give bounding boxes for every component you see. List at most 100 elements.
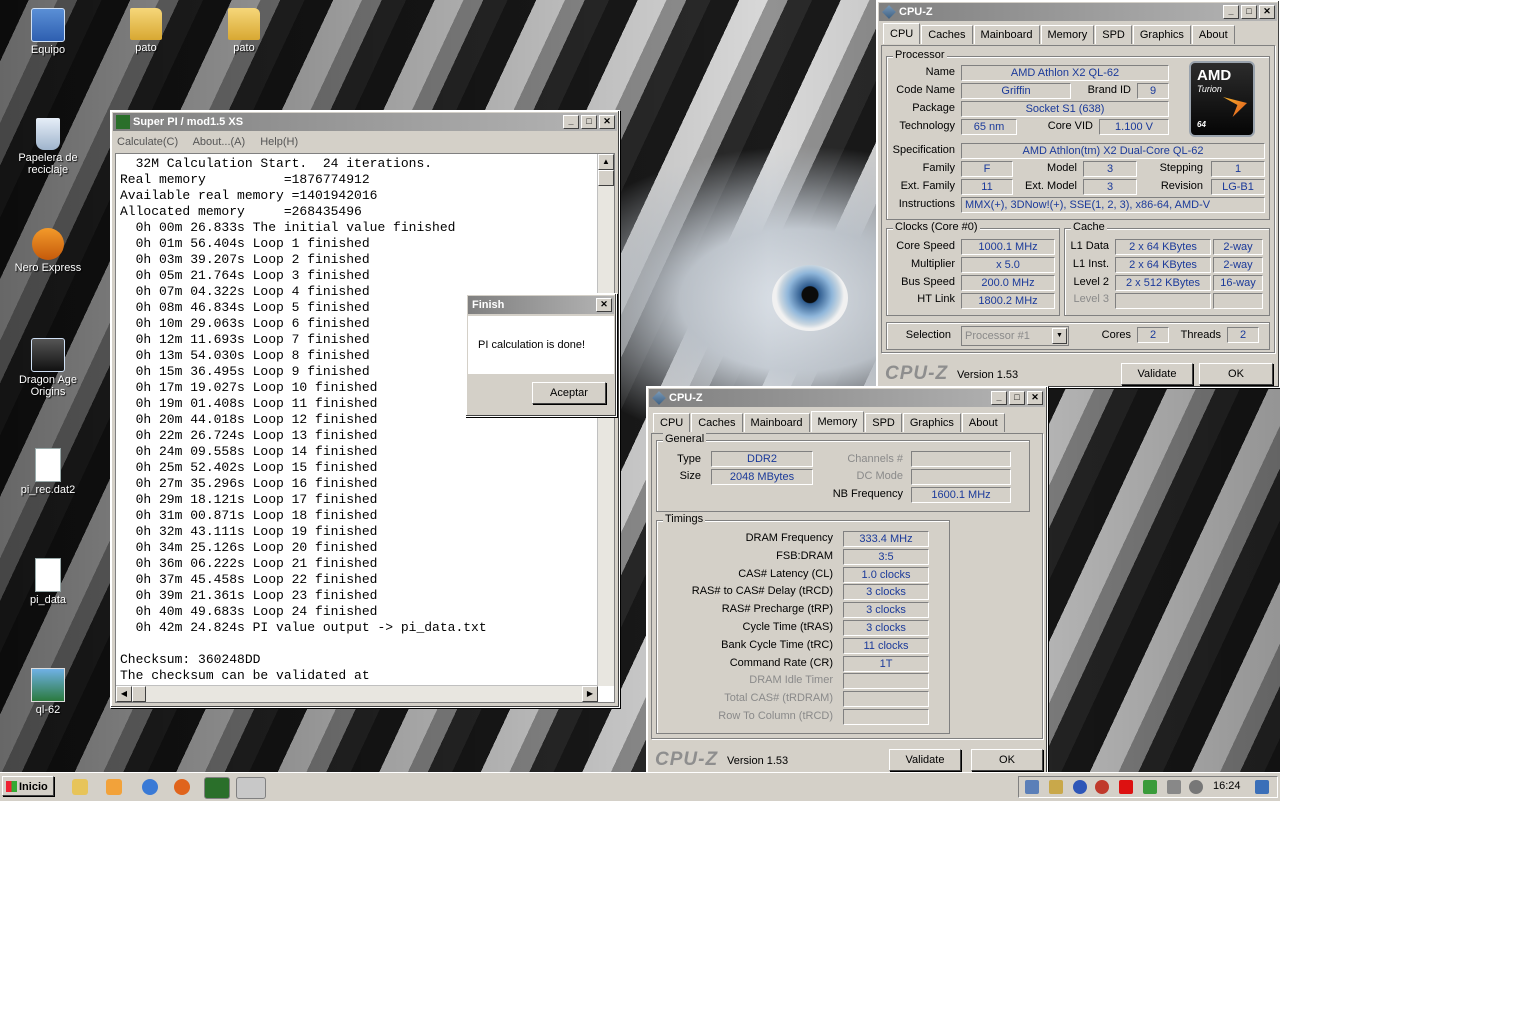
text-file-icon: [35, 558, 61, 592]
desktop-icon-pato-2[interactable]: pato: [198, 8, 290, 54]
tab-mainboard[interactable]: Mainboard: [973, 25, 1040, 44]
timing-value: 3 clocks: [843, 620, 929, 636]
computer-icon: [31, 8, 65, 42]
desktop-icon-pi-data[interactable]: pi_data: [2, 558, 94, 606]
ati-icon[interactable]: [1119, 780, 1133, 794]
corevid-value: 1.100 V: [1099, 119, 1169, 135]
explorer-icon[interactable]: [72, 779, 88, 795]
accept-button[interactable]: Aceptar: [532, 382, 606, 404]
close-button[interactable]: ✕: [1027, 391, 1043, 405]
close-button[interactable]: ✕: [596, 298, 612, 312]
scroll-thumb[interactable]: [132, 686, 146, 702]
tab-cpu[interactable]: CPU: [883, 23, 921, 44]
threads-label: Threads: [1180, 329, 1221, 341]
cpuz-titlebar[interactable]: CPU-Z _ □ ✕: [649, 389, 1045, 407]
multiplier-label: Multiplier: [910, 258, 955, 270]
desktop-icon-equipo[interactable]: Equipo: [2, 8, 94, 56]
l1inst-assoc: 2-way: [1213, 257, 1263, 273]
tab-graphics[interactable]: Graphics: [902, 413, 961, 432]
selection-dropdown[interactable]: Processor #1 ▼: [961, 326, 1069, 346]
tray-app-icon[interactable]: [1049, 780, 1063, 794]
output-text: 32M Calculation Start. 24 iterations. Re…: [120, 156, 487, 683]
internet-explorer-icon[interactable]: [142, 779, 158, 795]
network-icon[interactable]: [1025, 780, 1039, 794]
tab-memory[interactable]: Memory: [1040, 25, 1095, 44]
desktop-icon-nero-express[interactable]: Nero Express: [2, 228, 94, 274]
instructions-value: MMX(+), 3DNow!(+), SSE(1, 2, 3), x86-64,…: [961, 197, 1265, 213]
version-label: Version 1.53: [957, 369, 1019, 381]
menu-about[interactable]: About...(A): [193, 136, 246, 148]
menu-calculate[interactable]: Calculate(C): [117, 136, 178, 148]
volume-icon[interactable]: [1189, 780, 1203, 794]
tab-mainboard[interactable]: Mainboard: [743, 413, 810, 432]
media-player-icon[interactable]: [106, 779, 122, 795]
display-icon[interactable]: [1255, 780, 1269, 794]
cpuz-app-icon: [652, 391, 666, 405]
ok-button[interactable]: OK: [1199, 363, 1273, 385]
maximize-button[interactable]: □: [1009, 391, 1025, 405]
menu-help[interactable]: Help(H): [260, 136, 298, 148]
dragon-age-icon: [31, 338, 65, 372]
size-value: 2048 MBytes: [711, 469, 813, 485]
timing-value: 3 clocks: [843, 584, 929, 601]
timing-value: 1.0 clocks: [843, 566, 929, 583]
superpi-taskbar-button[interactable]: [204, 777, 230, 799]
tab-about[interactable]: About: [1191, 25, 1235, 44]
cpuz-taskbar-button[interactable]: [236, 777, 266, 799]
processor-name-value: AMD Athlon X2 QL-62: [961, 65, 1169, 81]
horizontal-scrollbar[interactable]: ◀ ▶: [116, 685, 598, 702]
info-icon[interactable]: [1073, 780, 1087, 794]
tab-about[interactable]: About: [961, 413, 1005, 432]
minimize-button[interactable]: _: [563, 115, 579, 129]
close-button[interactable]: ✕: [1259, 5, 1275, 19]
ok-button[interactable]: OK: [971, 749, 1043, 771]
start-button[interactable]: Inicio: [2, 776, 54, 796]
battery-icon[interactable]: [1143, 780, 1157, 794]
desktop-icon-label: Papelera de reciclaje: [18, 152, 78, 176]
close-button[interactable]: ✕: [599, 115, 615, 129]
tab-memory[interactable]: Memory: [810, 411, 865, 432]
cpuz-titlebar[interactable]: CPU-Z _ □ ✕: [879, 3, 1277, 21]
superpi-titlebar[interactable]: Super PI / mod1.5 XS _ □ ✕: [113, 113, 617, 131]
window-title: CPU-Z: [669, 392, 703, 404]
type-label: Type: [677, 453, 701, 465]
maximize-button[interactable]: □: [581, 115, 597, 129]
tab-caches[interactable]: Caches: [921, 25, 973, 44]
desktop-icon-recycle-bin[interactable]: Papelera de reciclaje: [2, 118, 94, 176]
validate-button[interactable]: Validate: [1121, 363, 1193, 385]
finish-titlebar[interactable]: Finish ✕: [468, 296, 614, 314]
usb-icon[interactable]: [1167, 780, 1181, 794]
timing-label: Bank Cycle Time (tRC): [721, 638, 833, 651]
scroll-left-button[interactable]: ◀: [116, 686, 132, 702]
validate-button[interactable]: Validate: [889, 749, 961, 771]
cores-label: Cores: [1101, 329, 1131, 341]
vertical-scrollbar[interactable]: ▲: [597, 154, 614, 686]
family-value: F: [961, 161, 1013, 177]
scroll-thumb[interactable]: [598, 170, 614, 186]
tab-spd[interactable]: SPD: [865, 413, 902, 432]
tab-spd[interactable]: SPD: [1095, 25, 1132, 44]
htlink-label: HT Link: [917, 293, 955, 305]
tab-cpu[interactable]: CPU: [653, 413, 691, 432]
superpi-app-icon: [116, 115, 130, 129]
minimize-button[interactable]: _: [1223, 5, 1239, 19]
desktop-icon-pato-1[interactable]: pato: [100, 8, 192, 54]
group-title: Timings: [663, 513, 706, 525]
scroll-right-button[interactable]: ▶: [582, 686, 598, 702]
minimize-button[interactable]: _: [991, 391, 1007, 405]
level3-assoc: [1213, 293, 1263, 309]
tab-graphics[interactable]: Graphics: [1132, 25, 1191, 44]
technology-label: Technology: [899, 120, 955, 132]
tab-caches[interactable]: Caches: [691, 413, 743, 432]
clock[interactable]: 16:24: [1213, 780, 1241, 792]
desktop-icon-ql62[interactable]: ql-62: [2, 668, 94, 716]
maximize-button[interactable]: □: [1241, 5, 1257, 19]
desktop-icon-pi-rec[interactable]: pi_rec.dat2: [2, 448, 94, 496]
chevron-down-icon[interactable]: ▼: [1052, 328, 1067, 344]
superpi-output[interactable]: 32M Calculation Start. 24 iterations. Re…: [115, 153, 615, 703]
security-icon[interactable]: [1095, 780, 1109, 794]
desktop-icon-dragon-age[interactable]: Dragon Age Origins: [2, 338, 94, 398]
firefox-icon[interactable]: [174, 779, 190, 795]
l1inst-value: 2 x 64 KBytes: [1115, 257, 1211, 273]
scroll-up-button[interactable]: ▲: [598, 154, 614, 170]
